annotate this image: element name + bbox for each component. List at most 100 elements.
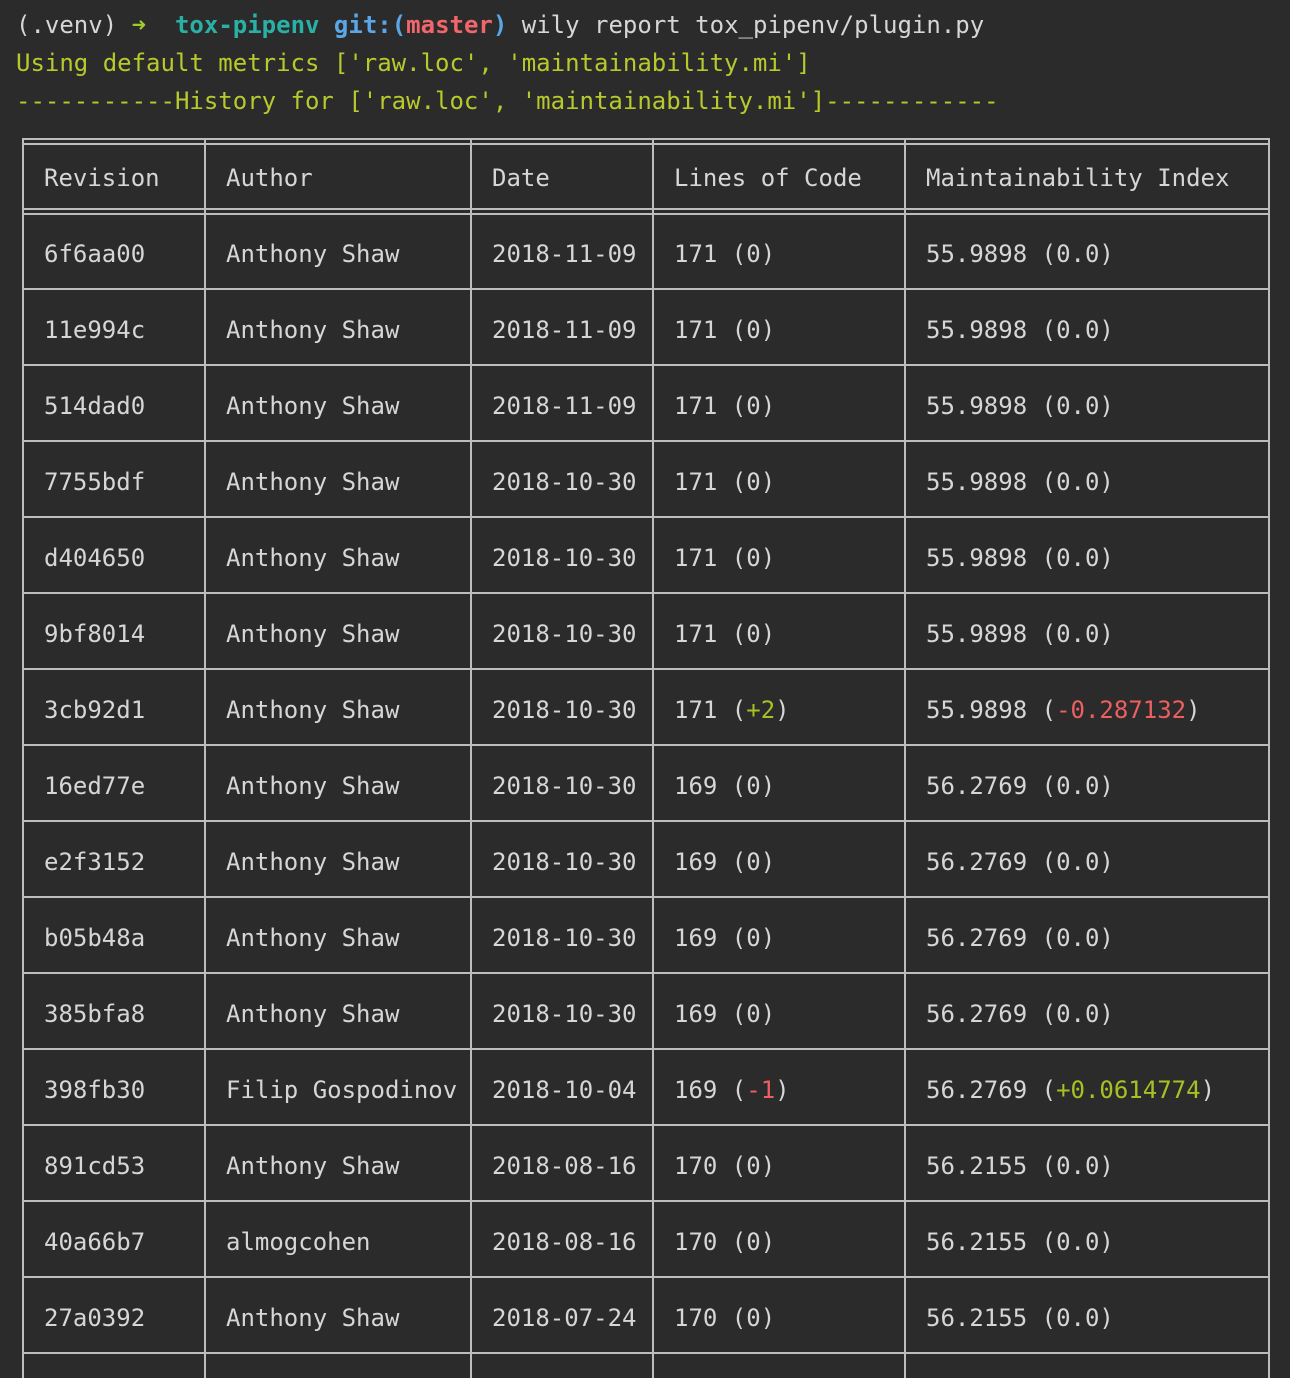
date-cell: 2018-10-04 [492, 1076, 637, 1104]
mi-delta: 0.0 [1056, 1152, 1100, 1180]
mi-value: 55.9898 [926, 696, 1028, 724]
table-row[interactable]: 3cb92d1 Anthony Shaw 2018-10-30 171 (+2) 55.… [22, 690, 1270, 730]
table-row[interactable]: 7755bdf Anthony Shaw 2018-10-30 171 (0) 55.9… [22, 462, 1270, 502]
table-header-border [22, 208, 1270, 215]
mi-delta-open: ( [1027, 392, 1057, 420]
table-row-border [22, 1200, 1270, 1202]
date-cell: 2018-10-30 [492, 544, 637, 572]
author-cell: Anthony Shaw [226, 772, 400, 800]
revision-cell: 6f6aa00 [44, 240, 146, 268]
loc-value: 170 [674, 1304, 718, 1332]
revision-cell: 11e994c [44, 316, 146, 344]
table-row[interactable]: 27a0392 Anthony Shaw 2018-07-24 170 (0) 56.2… [22, 1298, 1270, 1338]
author-cell: Anthony Shaw [226, 1152, 400, 1180]
date-cell: 2018-10-30 [492, 1000, 637, 1028]
table-row[interactable]: 40a66b7 almogcohen 2018-08-16 170 (0) 56.215… [22, 1222, 1270, 1262]
date-cell: 2018-11-09 [492, 392, 637, 420]
loc-delta-open: ( [717, 316, 747, 344]
mi-delta-close: ) [1099, 1152, 1114, 1180]
maintainability-index-cell: 55.9898 (0.0) [926, 386, 1114, 426]
mi-delta: 0.0 [1056, 772, 1100, 800]
lines-of-code-cell: 171 (0) [674, 462, 775, 502]
table-row[interactable]: 11e994c Anthony Shaw 2018-11-09 171 (0) 55.9… [22, 310, 1270, 350]
lines-of-code-cell: 171 (+2) [674, 690, 790, 730]
maintainability-index-cell: 56.2769 (0.0) [926, 766, 1114, 806]
mi-delta-close: ) [1099, 1228, 1114, 1256]
date-cell: 2018-10-30 [492, 468, 637, 496]
date-cell: 2018-10-30 [492, 848, 637, 876]
loc-delta: 0 [746, 848, 761, 876]
table-header-cell: Author [226, 164, 313, 192]
table-row[interactable]: d404650 Anthony Shaw 2018-10-30 171 (0) 55.9… [22, 538, 1270, 578]
date-cell: 2018-10-30 [492, 620, 637, 648]
loc-delta-close: ) [760, 1000, 776, 1028]
loc-delta-close: ) [760, 392, 776, 420]
table-row-border [22, 440, 1270, 442]
loc-delta-open: ( [717, 392, 747, 420]
table-row[interactable]: 9bf8014 Anthony Shaw 2018-10-30 171 (0) 55.9… [22, 614, 1270, 654]
maintainability-index-cell: 56.2769 (0.0) [926, 994, 1114, 1034]
date-cell: 2018-10-30 [492, 772, 637, 800]
mi-value: 56.2155 [926, 1304, 1028, 1332]
mi-delta: 0.0 [1056, 924, 1100, 952]
loc-value: 169 [674, 924, 718, 952]
lines-of-code-cell: 170 (0) [674, 1222, 775, 1262]
loc-delta-open: ( [717, 1076, 747, 1104]
maintainability-index-cell: 55.9898 (0.0) [926, 614, 1114, 654]
loc-value: 171 [674, 240, 718, 268]
lines-of-code-cell: 170 (0) [674, 1298, 775, 1338]
git-branch: master [406, 11, 493, 39]
table-row[interactable]: e2f3152 Anthony Shaw 2018-10-30 169 (0) 56.2… [22, 842, 1270, 882]
loc-value: 169 [674, 1000, 718, 1028]
mi-value: 56.2769 [926, 848, 1028, 876]
mi-delta: 0.0 [1056, 544, 1100, 572]
author-cell: Anthony Shaw [226, 1304, 400, 1332]
mi-delta-close: ) [1099, 772, 1114, 800]
revision-cell: 514dad0 [44, 392, 146, 420]
loc-delta: 0 [746, 468, 761, 496]
loc-delta: 0 [746, 392, 761, 420]
mi-delta-close: ) [1099, 392, 1114, 420]
mi-delta: 0.0 [1056, 620, 1100, 648]
revision-cell: 891cd53 [44, 1152, 146, 1180]
lines-of-code-cell: 169 (-1) [674, 1070, 790, 1110]
mi-delta: +0.0614774 [1056, 1076, 1201, 1104]
table-row[interactable]: 891cd53 Anthony Shaw 2018-08-16 170 (0) 56.2… [22, 1146, 1270, 1186]
loc-delta-open: ( [717, 1000, 747, 1028]
maintainability-index-cell: 56.2769 (0.0) [926, 918, 1114, 958]
mi-delta-open: ( [1027, 1304, 1057, 1332]
table-row-border [22, 744, 1270, 746]
mi-delta-open: ( [1027, 620, 1057, 648]
table-row[interactable]: 398fb30 Filip Gospodinov 2018-10-04 169 (-1… [22, 1070, 1270, 1110]
revision-cell: 7755bdf [44, 468, 146, 496]
prompt-arrow-icon: ➜ [131, 11, 147, 39]
loc-delta: 0 [746, 240, 761, 268]
maintainability-index-cell: 56.2155 (0.0) [926, 1222, 1114, 1262]
command-text: wily report tox_pipenv/plugin.py [521, 11, 985, 39]
revision-cell: 385bfa8 [44, 1000, 146, 1028]
terminal-window[interactable]: (.venv) ➜ tox-pipenv git:(master) wily r… [0, 0, 1290, 1378]
date-cell: 2018-11-09 [492, 240, 637, 268]
lines-of-code-cell: 171 (0) [674, 386, 775, 426]
revision-cell: 398fb30 [44, 1076, 146, 1104]
mi-delta-close: ) [1186, 696, 1201, 724]
table-header-cell: Lines of Code [674, 164, 862, 192]
table-row[interactable]: 514dad0 Anthony Shaw 2018-11-09 171 (0) 55.9… [22, 386, 1270, 426]
mi-delta-open: ( [1027, 924, 1057, 952]
mi-delta: 0.0 [1056, 848, 1100, 876]
table-row-border [22, 1048, 1270, 1050]
lines-of-code-cell: 171 (0) [674, 234, 775, 274]
maintainability-index-cell: 55.9898 (0.0) [926, 538, 1114, 578]
revision-cell: 9bf8014 [44, 620, 146, 648]
table-row[interactable]: 6f6aa00 Anthony Shaw 2018-11-09 171 (0) 55.9… [22, 234, 1270, 274]
table-row[interactable]: b05b48a Anthony Shaw 2018-10-30 169 (0) 56.2… [22, 918, 1270, 958]
mi-delta-close: ) [1099, 1304, 1114, 1332]
mi-delta-open: ( [1027, 696, 1057, 724]
table-row[interactable]: 16ed77e Anthony Shaw 2018-10-30 169 (0) 56.2… [22, 766, 1270, 806]
loc-delta-open: ( [717, 468, 747, 496]
date-cell: 2018-11-09 [492, 316, 637, 344]
date-cell: 2018-08-16 [492, 1228, 637, 1256]
venv-label: (.venv) [16, 11, 118, 39]
table-row[interactable]: 385bfa8 Anthony Shaw 2018-10-30 169 (0) 56.2… [22, 994, 1270, 1034]
loc-delta: 0 [746, 1000, 761, 1028]
